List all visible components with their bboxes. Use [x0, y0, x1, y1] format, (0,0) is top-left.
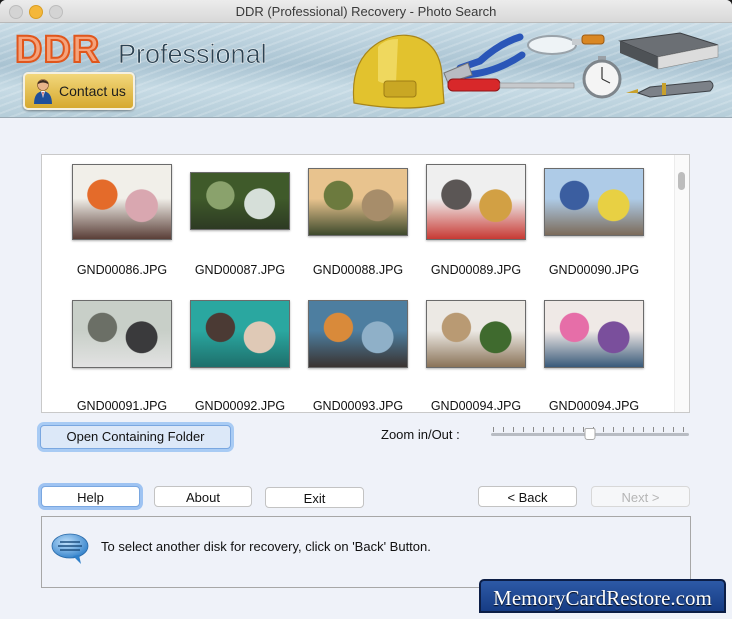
screwdriver-icon: [447, 78, 575, 92]
photo-thumbnail-item[interactable]: GND00088.JPG: [299, 163, 417, 283]
photo-thumbnail-image[interactable]: [308, 300, 408, 368]
next-button[interactable]: Next >: [591, 486, 690, 507]
photo-thumbnail-item[interactable]: GND00087.JPG: [181, 163, 299, 283]
photo-thumbnail-item[interactable]: GND00094.JPG: [535, 299, 653, 419]
zoom-slider[interactable]: [491, 425, 689, 441]
window-title: DDR (Professional) Recovery - Photo Sear…: [235, 4, 497, 19]
brand-logo-ddr: DDR: [14, 28, 101, 72]
hard-hat-icon: [352, 34, 445, 109]
photo-thumbnail-item[interactable]: GND00090.JPG: [535, 163, 653, 283]
exit-button[interactable]: Exit: [265, 487, 364, 508]
watermark-text: MemoryCardRestore.com: [493, 586, 712, 610]
contact-us-button[interactable]: Contact us: [23, 72, 135, 110]
tools-illustration: [352, 32, 719, 109]
contact-us-label: Contact us: [59, 83, 126, 99]
slider-knob[interactable]: [584, 428, 596, 440]
open-containing-folder-button[interactable]: Open Containing Folder: [40, 425, 231, 449]
gallery-scrollbar[interactable]: [674, 155, 689, 412]
photo-filename-label: GND00089.JPG: [430, 263, 522, 277]
photo-thumbnail-image[interactable]: [426, 300, 526, 368]
fountain-pen-icon: [626, 80, 714, 98]
photo-thumbnail-image[interactable]: [308, 168, 408, 236]
book-icon: [618, 32, 719, 70]
photo-filename-label: GND00092.JPG: [194, 399, 286, 413]
speech-bubble-icon: [51, 533, 89, 564]
watermark-badge: MemoryCardRestore.com: [479, 579, 726, 613]
back-button[interactable]: < Back: [478, 486, 577, 507]
photo-filename-label: GND00088.JPG: [312, 263, 404, 277]
photo-thumbnail-image[interactable]: [426, 164, 526, 240]
app-window: DDR (Professional) Recovery - Photo Sear…: [0, 0, 732, 619]
help-button[interactable]: Help: [41, 486, 140, 507]
title-bar: DDR (Professional) Recovery - Photo Sear…: [0, 0, 732, 23]
message-panel: To select another disk for recovery, cli…: [41, 516, 691, 588]
status-message: To select another disk for recovery, cli…: [101, 539, 431, 554]
photo-thumbnail-image[interactable]: [72, 164, 172, 240]
photo-thumbnail-image[interactable]: [544, 168, 644, 236]
photo-filename-label: GND00094.JPG: [430, 399, 522, 413]
photo-filename-label: GND00091.JPG: [76, 399, 168, 413]
brand-logo-professional: Professional: [118, 39, 267, 70]
photo-filename-label: GND00090.JPG: [548, 263, 640, 277]
photo-filename-label: GND00087.JPG: [194, 263, 286, 277]
photo-filename-label: GND00093.JPG: [312, 399, 404, 413]
photo-thumbnail-item[interactable]: GND00094.JPG: [417, 299, 535, 419]
pliers-icon: [443, 33, 526, 84]
header-banner: DDR Professional Contact us: [0, 23, 732, 118]
stopwatch-icon: [582, 56, 622, 99]
photo-thumbnail-item[interactable]: GND00091.JPG: [63, 299, 181, 419]
photo-thumbnail-item[interactable]: GND00089.JPG: [417, 163, 535, 283]
zoom-label: Zoom in/Out :: [381, 427, 460, 442]
photo-thumbnail-image[interactable]: [72, 300, 172, 368]
photo-thumbnail-image[interactable]: [544, 300, 644, 368]
magnifier-icon: [527, 34, 605, 55]
photo-gallery[interactable]: GND00086.JPG GND00087.JPG GND00088.JPG GND0…: [41, 154, 690, 413]
scrollbar-thumb[interactable]: [678, 172, 685, 190]
photo-thumbnail-image[interactable]: [190, 300, 290, 368]
photo-thumbnail-item[interactable]: GND00092.JPG: [181, 299, 299, 419]
photo-filename-label: GND00086.JPG: [76, 263, 168, 277]
photo-thumbnail-item[interactable]: GND00093.JPG: [299, 299, 417, 419]
photo-thumbnail-item[interactable]: GND00086.JPG: [63, 163, 181, 283]
photo-thumbnail-image[interactable]: [190, 172, 290, 230]
about-button[interactable]: About: [154, 486, 252, 507]
photo-filename-label: GND00094.JPG: [548, 399, 640, 413]
person-icon: [34, 79, 52, 104]
